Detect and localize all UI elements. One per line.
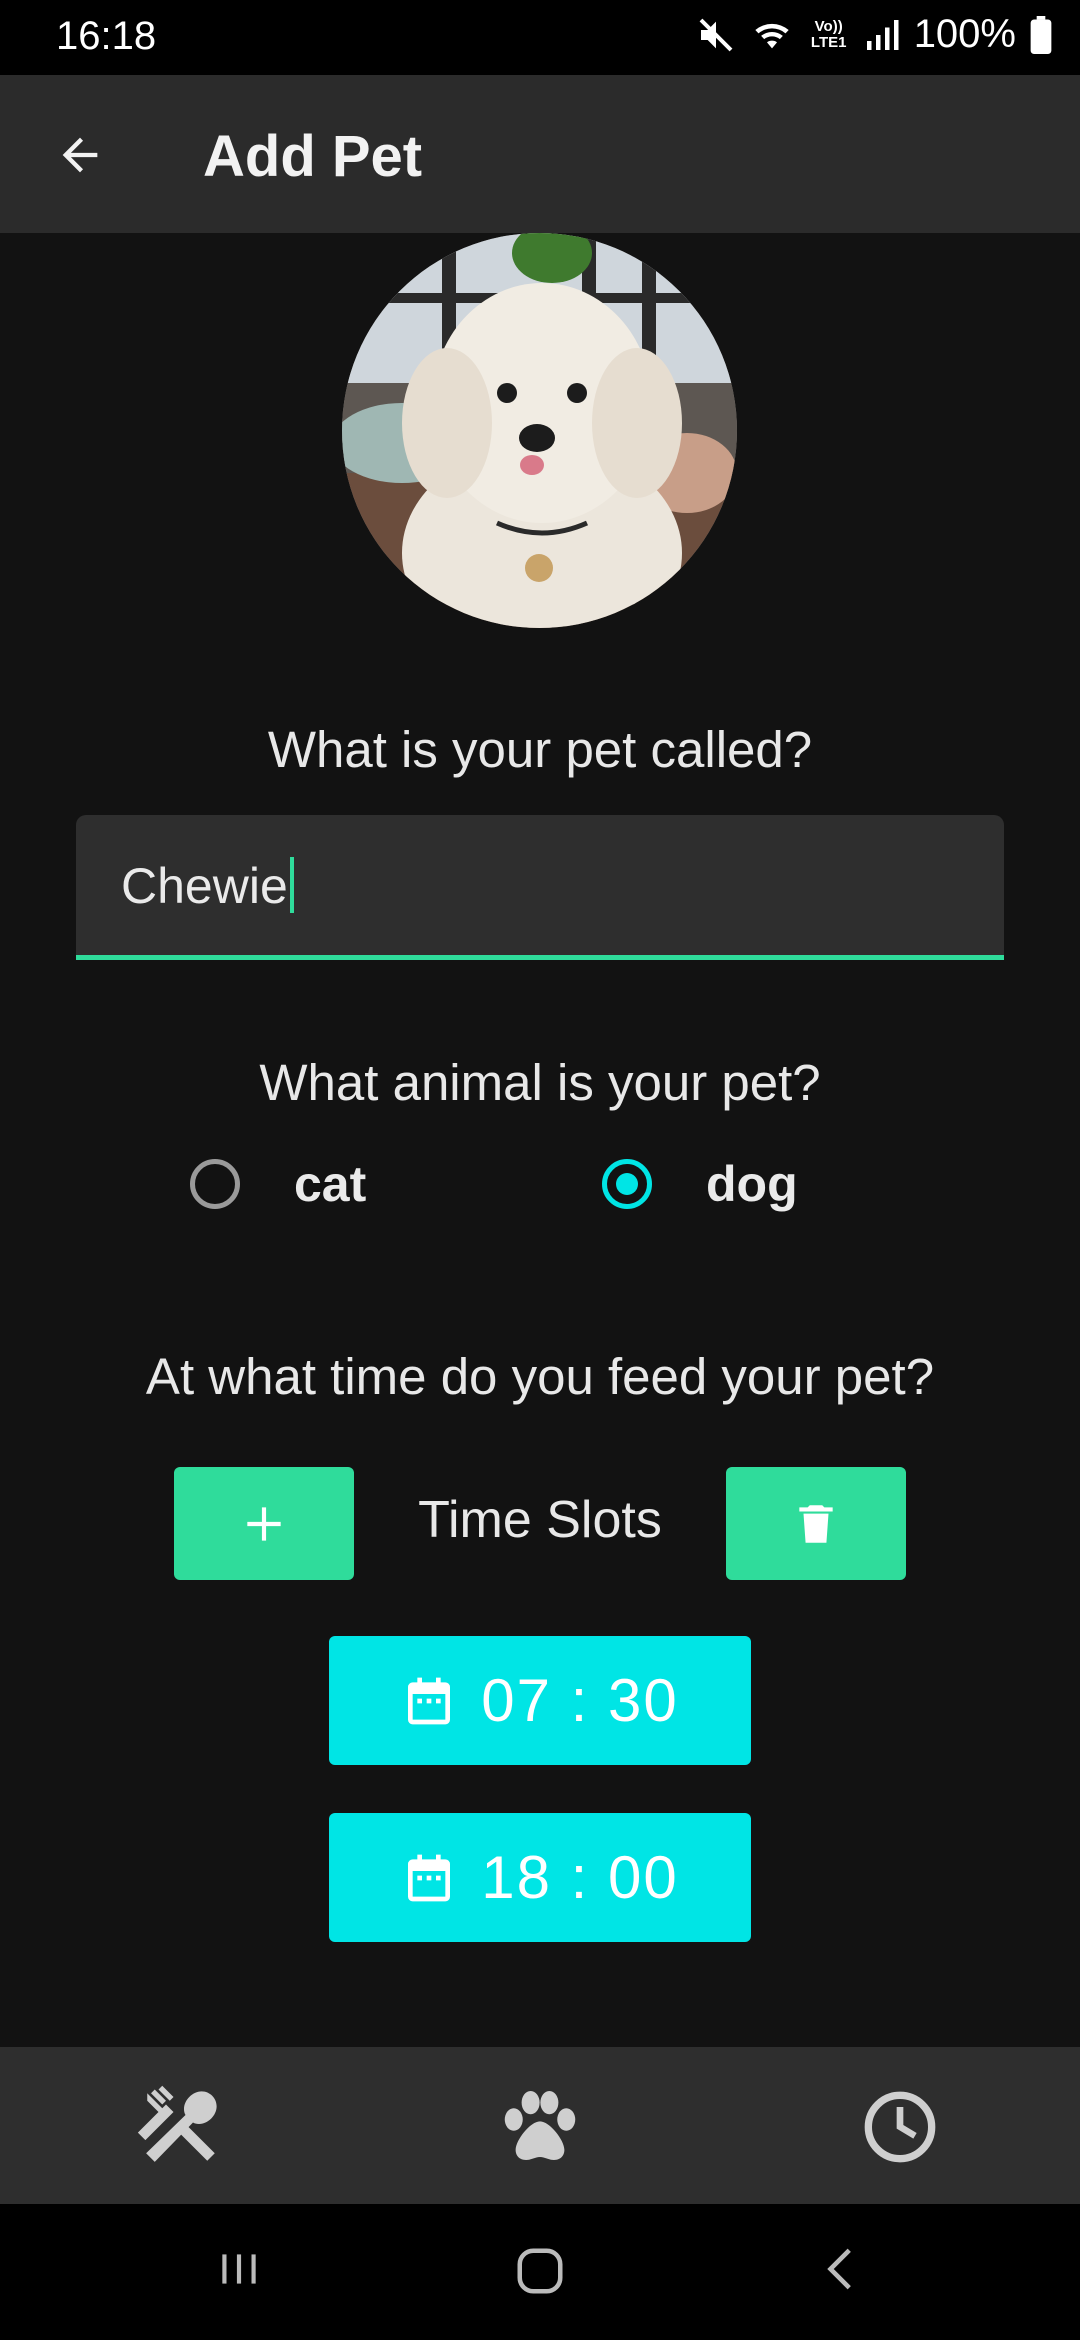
system-navigation (0, 2204, 1080, 2340)
nav-pets[interactable] (490, 2077, 590, 2177)
arrow-left-icon (62, 137, 98, 173)
delete-time-slot-button[interactable] (726, 1467, 906, 1580)
time-slot-button[interactable]: 07 : 30 (329, 1636, 751, 1765)
home-button[interactable] (513, 2244, 567, 2303)
network-label: Vo)) LTE1 (810, 17, 847, 51)
radio-cat[interactable]: cat (190, 1155, 366, 1213)
system-back-button[interactable] (818, 2244, 868, 2299)
radio-dog[interactable]: dog (602, 1155, 798, 1213)
back-icon (827, 2248, 851, 2290)
paw-icon (504, 2091, 576, 2160)
calendar-icon (408, 1677, 451, 1724)
add-time-slot-button[interactable] (174, 1467, 354, 1580)
clock-icon (864, 2091, 936, 2163)
status-time: 16:18 (56, 14, 157, 58)
feed-time-question: At what time do you feed your pet? (145, 1348, 935, 1405)
recent-apps-icon (222, 2254, 256, 2284)
time-slot-value: 18 : 00 (481, 1844, 679, 1911)
status-icons: Vo)) LTE1 100% (696, 12, 1052, 57)
fork-spoon-icon (137, 2085, 217, 2162)
battery-percent: 100% (913, 12, 1016, 56)
plus-icon (247, 1506, 281, 1541)
page-title: Add Pet (203, 124, 423, 189)
radio-selected-icon[interactable] (602, 1159, 652, 1209)
nav-feeding[interactable] (131, 2077, 231, 2177)
status-bar: 16:18 Vo)) LTE1 100% (0, 0, 1080, 75)
time-slot-value: 07 : 30 (481, 1667, 679, 1734)
radio-cat-label[interactable]: cat (294, 1155, 366, 1213)
mute-icon (699, 18, 733, 51)
radio-unselected-icon[interactable] (190, 1159, 240, 1209)
radio-dog-label[interactable]: dog (706, 1155, 798, 1213)
dog-photo (342, 233, 737, 628)
back-button[interactable] (40, 115, 120, 195)
calendar-icon (408, 1854, 451, 1901)
signal-icon (866, 19, 899, 50)
battery-icon (1030, 15, 1052, 54)
time-slot-button[interactable]: 18 : 00 (329, 1813, 751, 1942)
text-caret (289, 857, 294, 913)
home-icon (517, 2248, 563, 2294)
wifi-icon (755, 23, 789, 48)
time-slots-label: Time Slots (418, 1491, 662, 1549)
recent-apps-button[interactable] (214, 2244, 264, 2299)
pet-name-input[interactable]: Chewie (76, 815, 1004, 960)
pet-animal-question: What animal is your pet? (259, 1054, 821, 1111)
app-bar: Add Pet (0, 75, 1080, 233)
bottom-navigation (0, 2047, 1080, 2204)
nav-schedule[interactable] (850, 2077, 950, 2177)
pet-photo[interactable] (342, 233, 737, 628)
pet-name-question: What is your pet called? (267, 721, 813, 778)
pet-name-value[interactable]: Chewie (121, 857, 294, 915)
trash-icon (799, 1504, 833, 1543)
